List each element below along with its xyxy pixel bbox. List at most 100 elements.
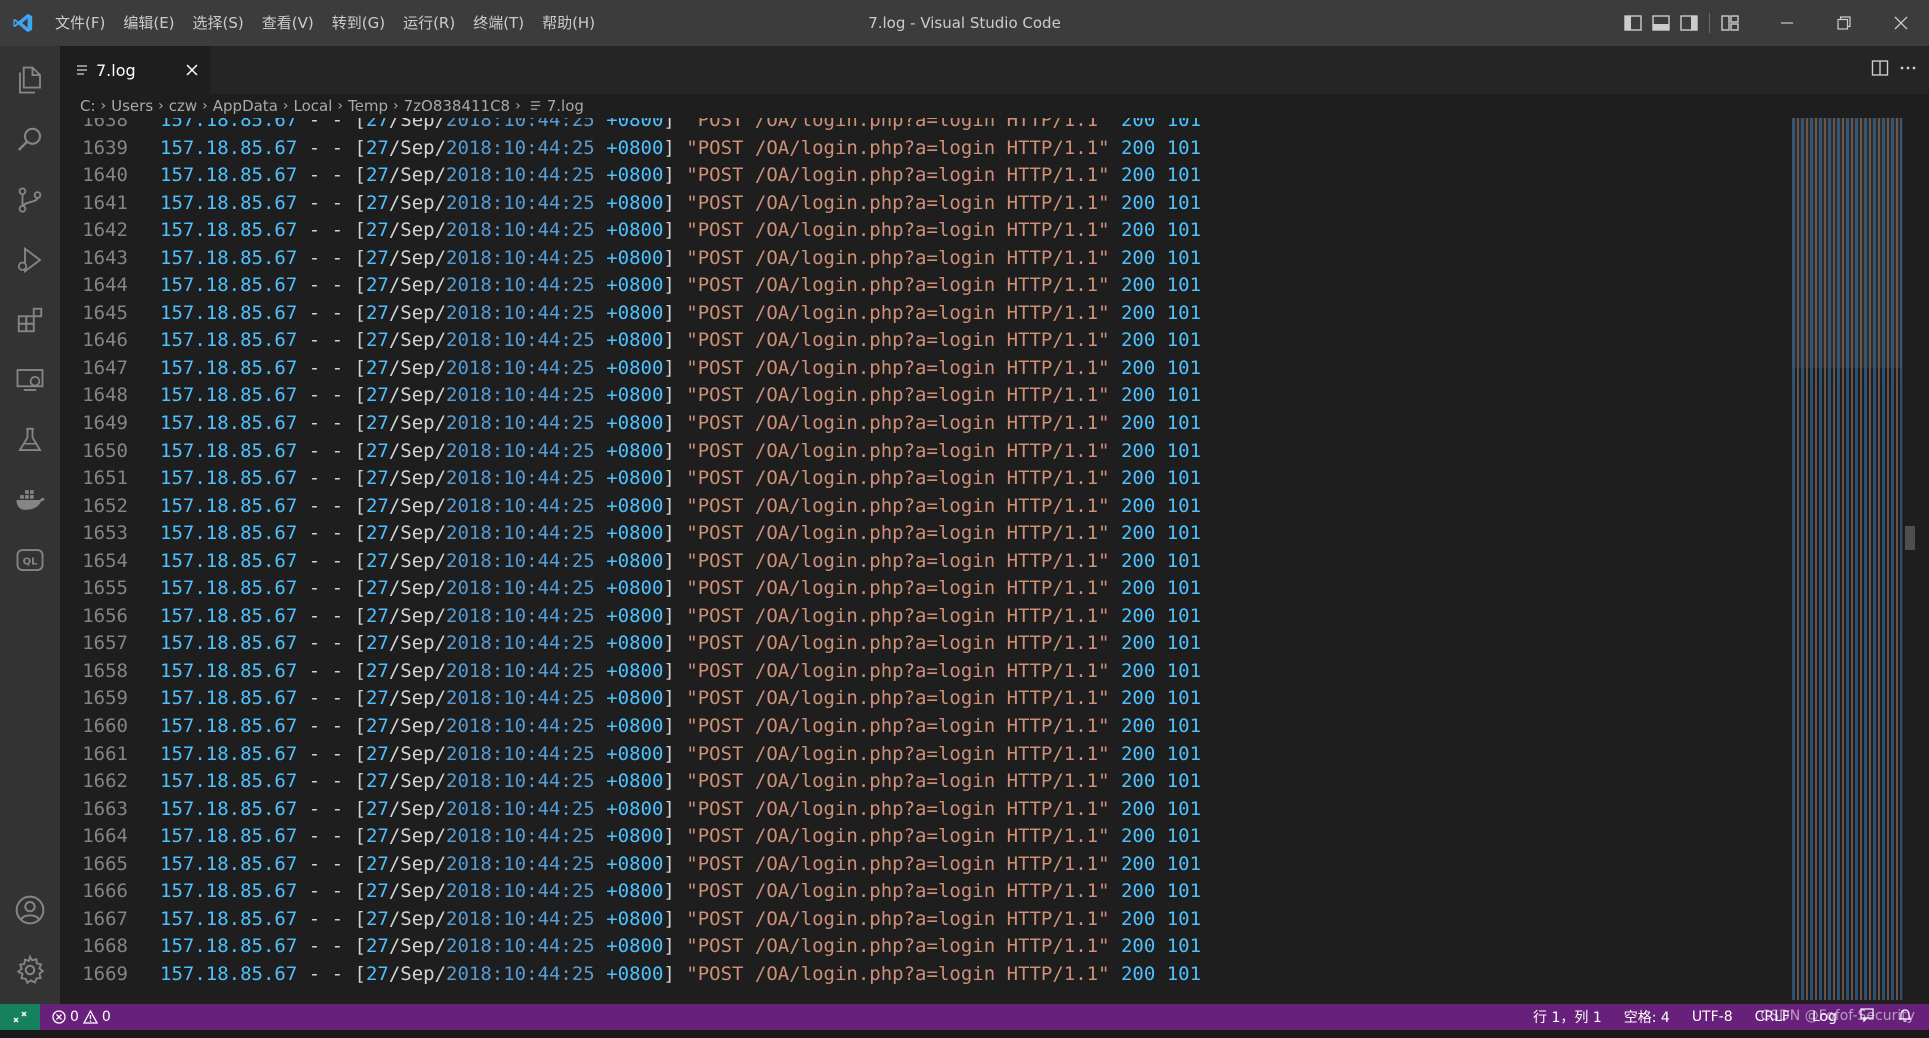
code-line[interactable]: 1654 157.18.85.67 - - [27/Sep/2018:10:44:…	[60, 548, 1780, 576]
run-debug-button[interactable]	[0, 232, 60, 288]
breadcrumb-item[interactable]: Temp	[348, 97, 388, 115]
menu-edit[interactable]: 编辑(E)	[114, 8, 183, 38]
split-editor-icon[interactable]	[1871, 59, 1889, 81]
log-day: 27	[365, 962, 389, 985]
code-line[interactable]: 1662 157.18.85.67 - - [27/Sep/2018:10:44:…	[60, 768, 1780, 796]
breadcrumb-item[interactable]: C:	[80, 97, 96, 115]
code-line[interactable]: 1668 157.18.85.67 - - [27/Sep/2018:10:44:…	[60, 933, 1780, 961]
log-size: 101	[1155, 825, 1202, 848]
cursor-position[interactable]: 行 1，列 1	[1533, 1007, 1602, 1027]
code-line[interactable]: 1655 157.18.85.67 - - [27/Sep/2018:10:44:…	[60, 575, 1780, 603]
log-month: /Sep/	[388, 962, 447, 985]
log-request: "POST /OA/login.php?a=login HTTP/1.1"	[674, 825, 1110, 848]
breadcrumb-item[interactable]: 7zO838411C8	[404, 97, 511, 115]
menu-view[interactable]: 查看(V)	[253, 8, 323, 38]
remote-explorer-button[interactable]	[0, 352, 60, 408]
editor-area[interactable]: 1638 157.18.85.67 - - [27/Sep/2018:10:44:…	[60, 118, 1929, 1004]
code-line[interactable]: 1645 157.18.85.67 - - [27/Sep/2018:10:44:…	[60, 300, 1780, 328]
restore-button[interactable]	[1815, 0, 1872, 46]
menu-file[interactable]: 文件(F)	[46, 8, 114, 38]
code-line[interactable]: 1643 157.18.85.67 - - [27/Sep/2018:10:44:…	[60, 245, 1780, 273]
code-line[interactable]: 1659 157.18.85.67 - - [27/Sep/2018:10:44:…	[60, 685, 1780, 713]
code-line[interactable]: 1640 157.18.85.67 - - [27/Sep/2018:10:44:…	[60, 162, 1780, 190]
remote-indicator-button[interactable]	[0, 1004, 40, 1030]
menu-run[interactable]: 运行(R)	[394, 8, 464, 38]
source-control-button[interactable]	[0, 172, 60, 228]
log-bracket: [	[354, 770, 366, 793]
code-line[interactable]: 1648 157.18.85.67 - - [27/Sep/2018:10:44:…	[60, 382, 1780, 410]
code-line[interactable]: 1665 157.18.85.67 - - [27/Sep/2018:10:44:…	[60, 851, 1780, 879]
breadcrumb-item[interactable]: AppData	[213, 97, 278, 115]
minimap[interactable]	[1792, 118, 1902, 1000]
codeql-button[interactable]: QL	[0, 532, 60, 588]
explorer-button[interactable]	[0, 52, 60, 108]
code-line[interactable]: 1638 157.18.85.67 - - [27/Sep/2018:10:44:…	[60, 118, 1780, 135]
code-line[interactable]: 1642 157.18.85.67 - - [27/Sep/2018:10:44:…	[60, 217, 1780, 245]
code-line[interactable]: 1651 157.18.85.67 - - [27/Sep/2018:10:44:…	[60, 465, 1780, 493]
log-request: "POST /OA/login.php?a=login HTTP/1.1"	[674, 356, 1110, 379]
line-content: 157.18.85.67 - - [27/Sep/2018:10:44:25 +…	[160, 575, 1201, 603]
breadcrumb-item[interactable]: czw	[169, 97, 197, 115]
code-line[interactable]: 1639 157.18.85.67 - - [27/Sep/2018:10:44:…	[60, 135, 1780, 163]
menu-terminal[interactable]: 终端(T)	[464, 8, 533, 38]
log-size: 101	[1155, 687, 1202, 710]
log-status-code: 200	[1109, 494, 1156, 517]
line-number: 1667	[82, 907, 128, 930]
log-bracket: [	[354, 907, 366, 930]
indentation[interactable]: 空格: 4	[1624, 1007, 1670, 1027]
log-dashes: - -	[297, 329, 355, 352]
log-size: 101	[1155, 219, 1202, 242]
log-status-code: 200	[1109, 467, 1156, 490]
tab-7-log[interactable]: 7.log	[60, 46, 210, 94]
log-size: 101	[1155, 439, 1202, 462]
code-line[interactable]: 1646 157.18.85.67 - - [27/Sep/2018:10:44:…	[60, 327, 1780, 355]
code-line[interactable]: 1669 157.18.85.67 - - [27/Sep/2018:10:44:…	[60, 961, 1780, 989]
log-status-code: 200	[1109, 274, 1156, 297]
toggle-primary-sidebar-icon[interactable]	[1619, 9, 1647, 37]
minimap-slider[interactable]	[1792, 118, 1902, 368]
customize-layout-icon[interactable]	[1716, 9, 1744, 37]
search-button[interactable]	[0, 112, 60, 168]
log-datetime: 2018:10:44:25	[446, 549, 595, 572]
accounts-button[interactable]	[0, 882, 60, 938]
code-line[interactable]: 1647 157.18.85.67 - - [27/Sep/2018:10:44:…	[60, 355, 1780, 383]
menu-go[interactable]: 转到(G)	[323, 8, 394, 38]
code-line[interactable]: 1664 157.18.85.67 - - [27/Sep/2018:10:44:…	[60, 823, 1780, 851]
breadcrumb-item[interactable]: 7.log	[547, 97, 584, 115]
breadcrumb-item[interactable]: Users	[111, 97, 153, 115]
log-bracket: ]	[663, 219, 675, 242]
scrollbar-thumb[interactable]	[1905, 526, 1915, 550]
docker-button[interactable]	[0, 472, 60, 528]
toggle-panel-icon[interactable]	[1647, 9, 1675, 37]
vertical-scrollbar[interactable]	[1902, 118, 1916, 1000]
testing-button[interactable]	[0, 412, 60, 468]
line-content: 157.18.85.67 - - [27/Sep/2018:10:44:25 +…	[160, 741, 1201, 769]
code-line[interactable]: 1653 157.18.85.67 - - [27/Sep/2018:10:44:…	[60, 520, 1780, 548]
tab-close-icon[interactable]	[182, 60, 202, 80]
code-line[interactable]: 1663 157.18.85.67 - - [27/Sep/2018:10:44:…	[60, 796, 1780, 824]
code-line[interactable]: 1666 157.18.85.67 - - [27/Sep/2018:10:44:…	[60, 878, 1780, 906]
code-line[interactable]: 1649 157.18.85.67 - - [27/Sep/2018:10:44:…	[60, 410, 1780, 438]
code-line[interactable]: 1667 157.18.85.67 - - [27/Sep/2018:10:44:…	[60, 906, 1780, 934]
minimize-button[interactable]	[1758, 0, 1815, 46]
extensions-button[interactable]	[0, 292, 60, 348]
code-line[interactable]: 1652 157.18.85.67 - - [27/Sep/2018:10:44:…	[60, 493, 1780, 521]
code-line[interactable]: 1660 157.18.85.67 - - [27/Sep/2018:10:44:…	[60, 713, 1780, 741]
toggle-secondary-sidebar-icon[interactable]	[1675, 9, 1703, 37]
manage-button[interactable]	[0, 942, 60, 998]
code-line[interactable]: 1661 157.18.85.67 - - [27/Sep/2018:10:44:…	[60, 741, 1780, 769]
more-actions-icon[interactable]	[1899, 59, 1917, 81]
code-line[interactable]: 1656 157.18.85.67 - - [27/Sep/2018:10:44:…	[60, 603, 1780, 631]
menu-help[interactable]: 帮助(H)	[533, 8, 604, 38]
code-line[interactable]: 1641 157.18.85.67 - - [27/Sep/2018:10:44:…	[60, 190, 1780, 218]
code-line[interactable]: 1644 157.18.85.67 - - [27/Sep/2018:10:44:…	[60, 272, 1780, 300]
code-line[interactable]: 1650 157.18.85.67 - - [27/Sep/2018:10:44:…	[60, 438, 1780, 466]
code-line[interactable]: 1658 157.18.85.67 - - [27/Sep/2018:10:44:…	[60, 658, 1780, 686]
log-datetime: 2018:10:44:25	[446, 797, 595, 820]
encoding[interactable]: UTF-8	[1692, 1009, 1733, 1025]
code-line[interactable]: 1657 157.18.85.67 - - [27/Sep/2018:10:44:…	[60, 630, 1780, 658]
breadcrumb-item[interactable]: Local	[294, 97, 333, 115]
close-window-button[interactable]	[1872, 0, 1929, 46]
menu-selection[interactable]: 选择(S)	[184, 8, 253, 38]
problems-indicator[interactable]: 0 0	[52, 1009, 111, 1025]
